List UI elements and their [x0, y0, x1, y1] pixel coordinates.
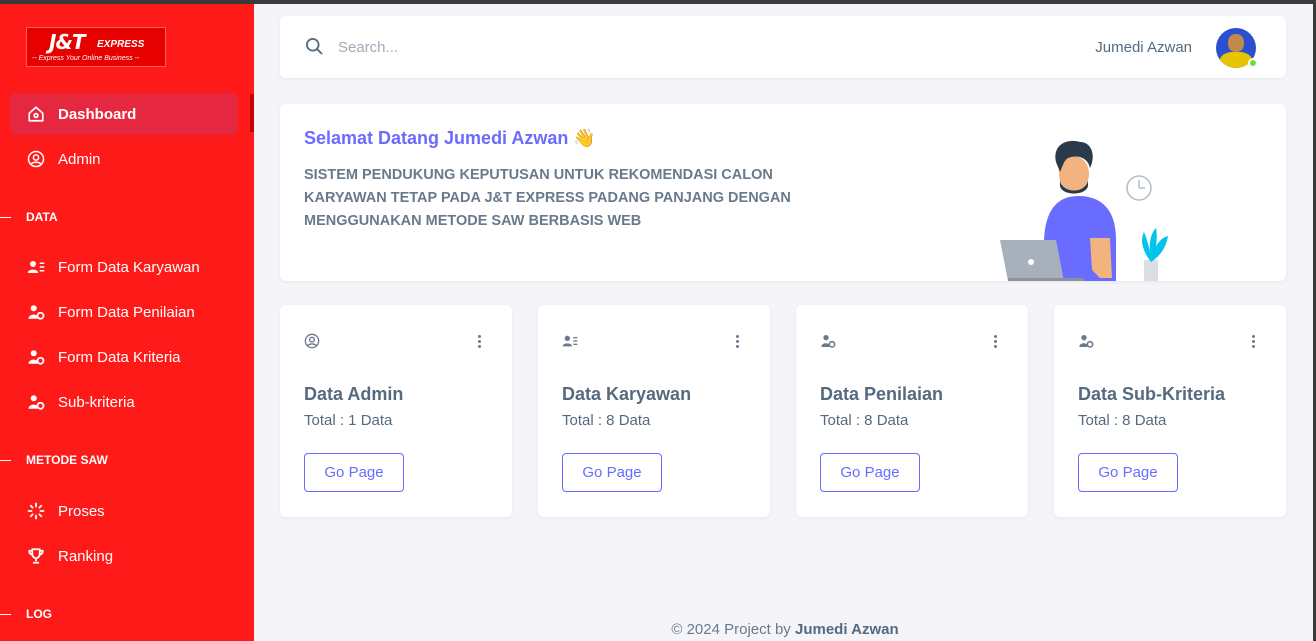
home-icon — [26, 104, 46, 124]
user-gear-icon — [1078, 333, 1094, 349]
user-circle-icon — [304, 333, 320, 349]
footer-author[interactable]: Jumedi Azwan — [795, 621, 899, 638]
section-dash — [0, 459, 11, 461]
footer-prefix: © 2024 Project by — [671, 621, 791, 638]
section-title: LOG — [26, 607, 52, 621]
user-gear-icon — [26, 302, 46, 322]
user-name[interactable]: Jumedi Azwan — [1095, 39, 1192, 56]
card-title: Data Karyawan — [562, 384, 692, 404]
avatar-face — [1228, 34, 1244, 52]
sidebar-item-label: Form Data Penilaian — [58, 303, 195, 321]
sidebar-item-form-data-penilaian[interactable]: Form Data Penilaian — [10, 291, 238, 333]
user-circle-icon — [26, 149, 46, 169]
top-navbar: Jumedi Azwan — [280, 16, 1286, 78]
kebab-menu-icon[interactable] — [478, 335, 482, 349]
section-dash — [0, 613, 11, 615]
card-title: Data Admin — [304, 384, 404, 404]
user-gear-icon — [26, 392, 46, 412]
kebab-menu-icon[interactable] — [994, 335, 998, 349]
kebab-menu-icon[interactable] — [1252, 335, 1256, 349]
sidebar-item-ranking[interactable]: Ranking — [10, 535, 238, 577]
section-metode-saw: METODE SAW — [0, 453, 108, 467]
go-page-button[interactable]: Go Page — [1078, 453, 1178, 492]
card-title: Data Penilaian — [820, 384, 944, 404]
sidebar-item-label: Ranking — [58, 547, 114, 565]
card-data-karyawan: Data Karyawan Total : 8 Data Go Page — [538, 305, 770, 517]
search-input[interactable] — [338, 34, 638, 60]
welcome-title: Selamat Datang Jumedi Azwan 👋 — [304, 128, 596, 148]
go-page-button[interactable]: Go Page — [562, 453, 662, 492]
avatar-shirt — [1220, 52, 1252, 68]
card-total: Total : 1 Data — [304, 412, 393, 429]
sidebar-item-label: Form Data Kriteria — [58, 348, 181, 366]
sidebar-item-label: Admin — [58, 150, 101, 168]
welcome-card: Selamat Datang Jumedi Azwan 👋 SISTEM PEN… — [280, 104, 1286, 281]
window-top-border — [0, 0, 1316, 4]
brand-logo[interactable]: J&T EXPRESS -- Express Your Online Busin… — [26, 27, 166, 67]
section-log: LOG — [0, 607, 52, 621]
sidebar-item-label: Proses — [58, 502, 105, 520]
user-gear-icon — [820, 333, 836, 349]
user-gear-icon — [26, 347, 46, 367]
card-total: Total : 8 Data — [820, 412, 909, 429]
search-icon[interactable] — [304, 36, 326, 58]
section-dash — [0, 216, 11, 218]
loader-icon — [26, 501, 46, 521]
sidebar-item-admin[interactable]: Admin — [10, 138, 238, 180]
man-with-laptop-illustration — [1000, 140, 1168, 281]
sidebar-item-label: Dashboard — [58, 105, 137, 123]
card-data-penilaian: Data Penilaian Total : 8 Data Go Page — [796, 305, 1028, 517]
user-list-icon — [26, 257, 46, 277]
online-status-dot — [1248, 58, 1258, 68]
sidebar-item-sub-kriteria[interactable]: Sub-kriteria — [10, 381, 238, 423]
section-data: DATA — [0, 210, 58, 224]
card-data-admin: Data Admin Total : 1 Data Go Page — [280, 305, 512, 517]
sidebar-item-form-data-karyawan[interactable]: Form Data Karyawan — [10, 246, 238, 288]
footer: © 2024 Project by Jumedi Azwan — [254, 621, 1316, 638]
user-list-icon — [562, 333, 578, 349]
sidebar-item-dashboard[interactable]: Dashboard — [10, 93, 238, 135]
trophy-icon — [26, 546, 46, 566]
card-data-sub-kriteria: Data Sub-Kriteria Total : 8 Data Go Page — [1054, 305, 1286, 517]
brand-name: J&T — [49, 30, 86, 54]
sidebar-item-label: Form Data Karyawan — [58, 258, 200, 276]
welcome-description: SISTEM PENDUKUNG KEPUTUSAN UNTUK REKOMEN… — [304, 167, 791, 229]
card-title: Data Sub-Kriteria — [1078, 384, 1226, 404]
sidebar-item-label: Sub-kriteria — [58, 393, 135, 411]
section-title: METODE SAW — [26, 453, 108, 467]
card-total: Total : 8 Data — [562, 412, 651, 429]
kebab-menu-icon[interactable] — [736, 335, 740, 349]
sidebar-item-form-data-kriteria[interactable]: Form Data Kriteria — [10, 336, 238, 378]
brand-tagline: -- Express Your Online Business -- — [32, 55, 140, 62]
brand-sub: EXPRESS — [97, 39, 145, 50]
go-page-button[interactable]: Go Page — [304, 453, 404, 492]
sidebar-item-proses[interactable]: Proses — [10, 490, 238, 532]
section-title: DATA — [26, 210, 58, 224]
go-page-button[interactable]: Go Page — [820, 453, 920, 492]
card-total: Total : 8 Data — [1078, 412, 1167, 429]
active-indicator — [250, 94, 254, 132]
sidebar: J&T EXPRESS -- Express Your Online Busin… — [0, 0, 254, 641]
